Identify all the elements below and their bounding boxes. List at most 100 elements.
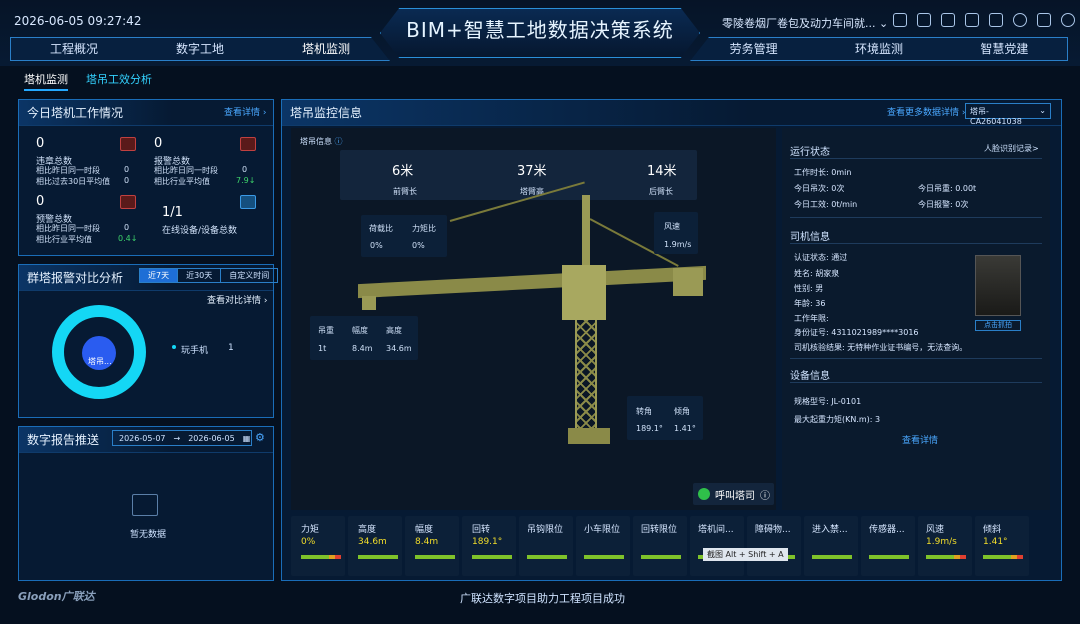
- violation-compare-2-value: 0: [124, 176, 130, 185]
- nav-tower-monitor[interactable]: 塔机监测: [263, 38, 389, 60]
- divider: [790, 243, 1042, 244]
- refresh-icon[interactable]: [1013, 13, 1027, 27]
- user-icon[interactable]: [1061, 13, 1075, 27]
- rotate-card: [627, 396, 703, 440]
- crane-counterweight: [673, 268, 703, 296]
- sensor-crane-interval: 塔机间...: [690, 516, 744, 576]
- violation-compare-2: 相比过去30日平均值: [36, 177, 111, 186]
- sensor-bar: [472, 555, 512, 559]
- rear-arm-value: 14米: [647, 164, 677, 179]
- ratio-card: [361, 215, 447, 257]
- forward-icon[interactable]: [1037, 13, 1051, 27]
- violation-icon: [120, 137, 136, 151]
- sensor-bar: [983, 555, 1023, 559]
- tilt-label: 倾角: [674, 407, 690, 416]
- nav-project-overview[interactable]: 工程概况: [11, 38, 137, 60]
- shirt-icon[interactable]: [989, 13, 1003, 27]
- front-arm-value: 6米: [392, 164, 414, 179]
- crane-info-label: 塔吊信息 ⓘ: [300, 136, 343, 147]
- wind-value: 1.9m/s: [664, 240, 692, 249]
- tab-30days[interactable]: 近30天: [177, 269, 220, 282]
- device-details-link[interactable]: 查看详情: [902, 433, 938, 446]
- sensor-bar: [926, 555, 966, 559]
- range-tabs: 近7天 近30天 自定义时间: [139, 268, 279, 283]
- sensor-name: 倾斜: [983, 525, 1002, 535]
- help-icon[interactable]: ⓘ: [760, 487, 770, 502]
- warning-compare-2: 相比行业平均值: [36, 235, 92, 244]
- online-label: 在线设备/设备总数: [162, 226, 238, 236]
- sensor-bar: [358, 555, 398, 559]
- grid-icon[interactable]: [893, 13, 907, 27]
- sensor-height: 高度 34.6m: [348, 516, 402, 576]
- divider: [790, 382, 1042, 383]
- status-title: 运行状态: [790, 147, 830, 158]
- sensor-name: 风速: [926, 525, 945, 535]
- sensor-bar: [527, 555, 567, 559]
- nav-labor[interactable]: 劳务管理: [691, 38, 816, 60]
- hook-weight-value: 1t: [318, 344, 327, 353]
- rotate-value: 189.1°: [636, 424, 663, 433]
- sensor-name: 吊钩限位: [527, 525, 564, 535]
- empty-text: 暂无数据: [130, 530, 167, 540]
- tab-7days[interactable]: 近7天: [140, 269, 178, 282]
- crane-select[interactable]: 塔吊-CA26041038 ⌄: [965, 103, 1051, 126]
- sensor-name: 回转限位: [641, 525, 678, 535]
- project-select[interactable]: 零陵卷烟厂卷包及动力车间就... ⌄: [722, 15, 888, 31]
- sensor-name: 回转: [472, 525, 491, 535]
- call-driver-button[interactable]: 呼叫塔司 ⓘ: [693, 483, 774, 505]
- work-details-link[interactable]: 查看详情 ›: [224, 105, 266, 118]
- sensor-name: 传感器...: [869, 525, 905, 535]
- help-icon[interactable]: ⓘ: [335, 137, 343, 146]
- sensor-bar: [641, 555, 681, 559]
- nav-digital-site[interactable]: 数字工地: [137, 38, 263, 60]
- monitor-icon[interactable]: [917, 13, 931, 27]
- rear-arm-label: 后臂长: [649, 187, 673, 196]
- screen-icon[interactable]: [965, 13, 979, 27]
- nav-party[interactable]: 智慧党建: [942, 38, 1067, 60]
- date-range-picker[interactable]: 2026-05-07 → 2026-06-05 ▦: [112, 430, 252, 446]
- wind-label: 风速: [664, 222, 680, 231]
- sensor-bar: [812, 555, 852, 559]
- tab-custom[interactable]: 自定义时间: [220, 269, 277, 282]
- sensor-name: 高度: [358, 525, 377, 535]
- driver-id: 身份证号: 4311021989****3016: [794, 328, 919, 337]
- rotate-label: 转角: [636, 407, 652, 416]
- face-record-link[interactable]: 人脸识别记录>: [984, 143, 1039, 154]
- alarm-compare-1-value: 0: [242, 165, 248, 174]
- settings-icon[interactable]: ⚙: [255, 431, 265, 444]
- hook-weight-label: 吊重: [318, 326, 334, 335]
- tilt-value: 1.41°: [674, 424, 696, 433]
- lift-count: 今日吊次: 0次: [794, 184, 845, 193]
- driver-cert: 认证状态: 通过: [794, 253, 848, 262]
- device-title: 设备信息: [790, 371, 830, 382]
- alarm-compare-2-value: 7.9↓: [236, 176, 256, 185]
- calendar-icon: ▦: [242, 433, 251, 443]
- datetime: 2026-06-05 09:27:42: [14, 14, 142, 28]
- capture-button[interactable]: 点击抓拍: [975, 320, 1021, 331]
- crane-cab: [562, 265, 606, 320]
- nav-environment[interactable]: 环境监测: [816, 38, 941, 60]
- driver-gender: 性别: 男: [794, 284, 824, 293]
- compare-details-link[interactable]: 查看对比详情 ›: [207, 293, 267, 306]
- driver-photo: [975, 255, 1021, 316]
- warning-compare-2-value: 0.4↓: [118, 234, 138, 243]
- toolbar-icons: [893, 13, 1075, 27]
- hook-height-label: 高度: [386, 326, 402, 335]
- torque-ratio-label: 力矩比: [412, 224, 436, 233]
- sensor-strip: 力矩 0% 高度 34.6m 幅度 8.4m 回转 189.1° 吊钩限位 小车限位 回…: [291, 516, 1053, 576]
- tab-tower-monitor[interactable]: 塔机监测: [24, 71, 68, 91]
- document-icon[interactable]: [941, 13, 955, 27]
- sensor-rotation-limit: 回转限位: [633, 516, 687, 576]
- more-data-link[interactable]: 查看更多数据详情 ›: [887, 105, 965, 118]
- empty-folder-icon: [132, 494, 158, 516]
- driver-age: 年龄: 36: [794, 299, 826, 308]
- screenshot-tooltip: 截图 Alt + Shift + A: [703, 548, 788, 561]
- sensor-sensor: 传感器...: [861, 516, 915, 576]
- lift-weight: 今日吊重: 0.00t: [918, 184, 977, 193]
- device-torque: 最大起重力矩(KN.m): 3: [794, 415, 881, 424]
- call-driver-label: 呼叫塔司: [715, 490, 755, 502]
- glodon-logo: Glodon广联达: [18, 590, 95, 603]
- tab-efficiency[interactable]: 塔吊工效分析: [86, 71, 152, 91]
- project-name: 零陵卷烟厂卷包及动力车间就...: [722, 17, 876, 30]
- device-icon: [240, 195, 256, 209]
